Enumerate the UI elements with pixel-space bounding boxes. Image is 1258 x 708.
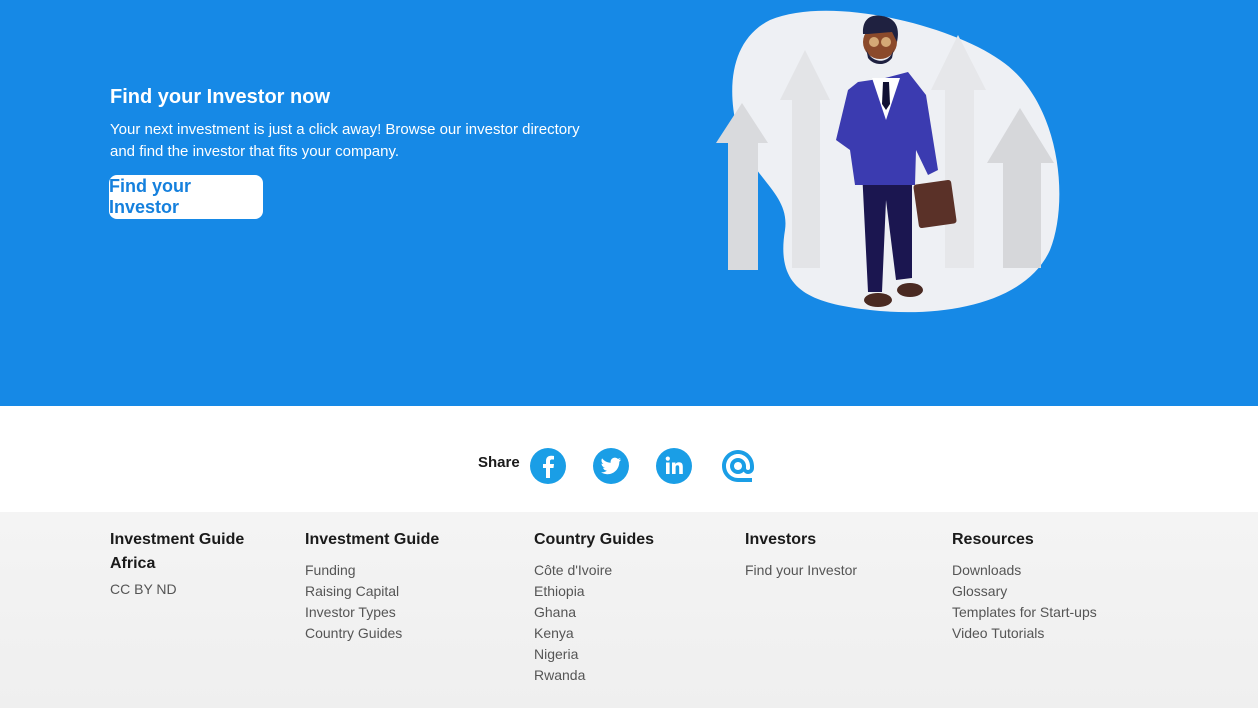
- footer-link-downloads[interactable]: Downloads: [952, 560, 1097, 581]
- linkedin-icon[interactable]: [655, 447, 693, 485]
- hero-description: Your next investment is just a click awa…: [110, 121, 580, 160]
- footer-link-cote-divoire[interactable]: Côte d'Ivoire: [534, 560, 654, 581]
- find-investor-button[interactable]: Find your Investor: [109, 175, 263, 219]
- footer-link-ethiopia[interactable]: Ethiopia: [534, 581, 654, 602]
- footer-link-rwanda[interactable]: Rwanda: [534, 665, 654, 686]
- footer-link-raising-capital[interactable]: Raising Capital: [305, 581, 439, 602]
- footer-link-country-guides[interactable]: Country Guides: [305, 623, 439, 644]
- site-footer: Investment Guide Africa CC BY ND Investm…: [0, 512, 1258, 708]
- footer-column-title: Country Guides: [534, 531, 655, 548]
- hero-banner: Find your Investor now Your next investm…: [0, 0, 1258, 406]
- footer-link-glossary[interactable]: Glossary: [952, 581, 1097, 602]
- footer-brand: Investment Guide Africa CC BY ND: [110, 528, 260, 600]
- twitter-icon[interactable]: [592, 447, 630, 485]
- footer-link-ghana[interactable]: Ghana: [534, 602, 654, 623]
- footer-link-investor-types[interactable]: Investor Types: [305, 602, 439, 623]
- footer-column-investors: Investors Find your Investor: [745, 528, 857, 581]
- footer-link-find-your-investor[interactable]: Find your Investor: [745, 560, 857, 581]
- footer-column-investment-guide: Investment Guide Funding Raising Capital…: [305, 528, 439, 644]
- footer-link-kenya[interactable]: Kenya: [534, 623, 654, 644]
- share-label: Share: [478, 454, 520, 471]
- investor-illustration: [716, 10, 1060, 313]
- footer-link-templates[interactable]: Templates for Start-ups: [952, 602, 1097, 623]
- footer-column-title: Investors: [745, 531, 817, 548]
- footer-link-video-tutorials[interactable]: Video Tutorials: [952, 623, 1097, 644]
- footer-column-title: Resources: [952, 531, 1034, 548]
- facebook-icon[interactable]: [529, 447, 567, 485]
- footer-column-resources: Resources Downloads Glossary Templates f…: [952, 528, 1097, 644]
- share-bar: Share: [0, 406, 1258, 512]
- hero-title: Find your Investor now: [110, 86, 331, 108]
- footer-link-nigeria[interactable]: Nigeria: [534, 644, 654, 665]
- email-icon[interactable]: [719, 447, 757, 485]
- footer-license: CC BY ND: [110, 581, 177, 597]
- footer-brand-title: Investment Guide Africa: [110, 531, 245, 572]
- footer-column-title: Investment Guide: [305, 531, 440, 548]
- footer-column-country-guides: Country Guides Côte d'Ivoire Ethiopia Gh…: [534, 528, 654, 686]
- footer-link-funding[interactable]: Funding: [305, 560, 439, 581]
